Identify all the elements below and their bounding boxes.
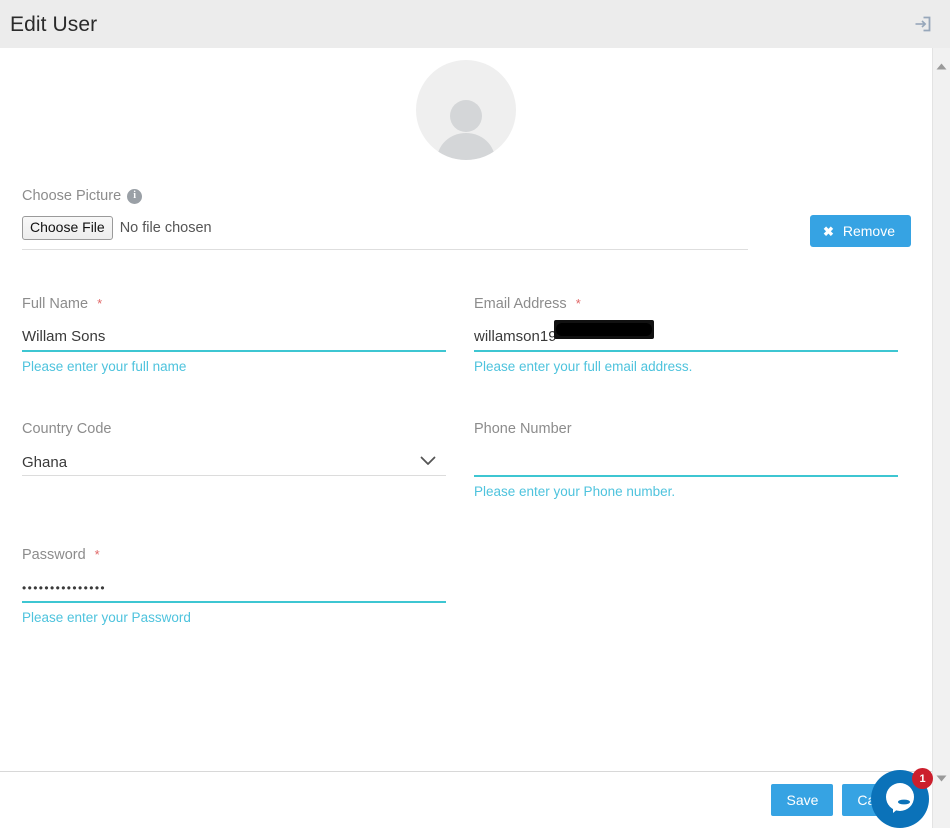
phone-number-hint: Please enter your Phone number. [474, 485, 898, 499]
field-full-name: Full Name * Willam Sons Please enter you… [22, 296, 446, 374]
password-value: ••••••••••••••• [22, 582, 106, 594]
full-name-input[interactable]: Willam Sons [22, 324, 446, 350]
email-label: Email Address * [474, 296, 898, 312]
file-input[interactable]: Choose File No file chosen [22, 216, 748, 250]
country-code-label-text: Country Code [22, 421, 111, 437]
remove-picture-button[interactable]: ✖ Remove [810, 215, 911, 247]
save-button[interactable]: Save [771, 784, 833, 816]
full-name-label: Full Name * [22, 296, 446, 312]
choose-picture-label: Choose Picture i [22, 188, 910, 204]
redaction-overlay [554, 320, 654, 339]
email-hint: Please enter your full email address. [474, 360, 898, 374]
edit-user-modal: Edit User Choose Picture [0, 0, 950, 828]
chat-unread-badge: 1 [912, 768, 933, 789]
password-label-text: Password [22, 547, 86, 563]
avatar [416, 60, 516, 160]
modal-body: Choose Picture i Choose File No file cho… [0, 48, 932, 771]
full-name-value: Willam Sons [22, 329, 105, 344]
choose-file-button[interactable]: Choose File [22, 216, 113, 240]
email-label-text: Email Address [474, 296, 567, 312]
password-hint: Please enter your Password [22, 611, 446, 625]
field-password: Password * ••••••••••••••• Please enter … [22, 547, 446, 625]
email-underline [474, 350, 898, 352]
phone-number-label: Phone Number [474, 421, 898, 437]
country-code-value: Ghana [22, 455, 67, 470]
required-marker: * [576, 296, 581, 311]
avatar-section [0, 48, 932, 160]
field-country-code: Country Code Ghana [22, 421, 446, 499]
modal-header: Edit User [0, 0, 950, 48]
close-icon: ✖ [823, 225, 834, 238]
country-code-underline [22, 475, 446, 476]
phone-number-input[interactable] [474, 449, 898, 475]
phone-number-label-text: Phone Number [474, 421, 572, 437]
field-phone-number: Phone Number Please enter your Phone num… [474, 421, 898, 499]
email-value: willamson19 [474, 329, 557, 344]
password-underline [22, 601, 446, 603]
email-input[interactable]: willamson19 [474, 324, 898, 350]
password-label: Password * [22, 547, 446, 563]
vertical-scrollbar[interactable] [932, 48, 950, 828]
full-name-underline [22, 350, 446, 352]
form-area: Choose Picture i Choose File No file cho… [0, 188, 932, 672]
modal-footer: Save Cancel [0, 771, 932, 828]
country-code-label: Country Code [22, 421, 446, 437]
logout-icon[interactable] [910, 11, 936, 37]
page-title: Edit User [10, 14, 97, 35]
remove-picture-label: Remove [843, 223, 895, 239]
phone-number-underline [474, 475, 898, 477]
field-email: Email Address * willamson19 Please enter… [474, 296, 898, 374]
chat-widget[interactable]: 1 [871, 770, 933, 828]
file-status-text: No file chosen [120, 220, 212, 236]
full-name-label-text: Full Name [22, 296, 88, 312]
scroll-down-arrow-icon[interactable] [933, 770, 950, 787]
info-icon[interactable]: i [127, 189, 142, 204]
choose-picture-label-text: Choose Picture [22, 188, 121, 204]
choose-picture-row: Choose Picture i Choose File No file cho… [22, 188, 910, 250]
fields-grid: Full Name * Willam Sons Please enter you… [22, 296, 910, 673]
default-user-avatar-icon [433, 96, 499, 160]
password-input[interactable]: ••••••••••••••• [22, 575, 446, 601]
required-marker: * [97, 296, 102, 311]
scroll-up-arrow-icon[interactable] [933, 58, 950, 75]
required-marker: * [95, 547, 100, 562]
chevron-down-icon[interactable] [420, 453, 436, 471]
country-code-select[interactable]: Ghana [22, 449, 446, 475]
full-name-hint: Please enter your full name [22, 360, 446, 374]
